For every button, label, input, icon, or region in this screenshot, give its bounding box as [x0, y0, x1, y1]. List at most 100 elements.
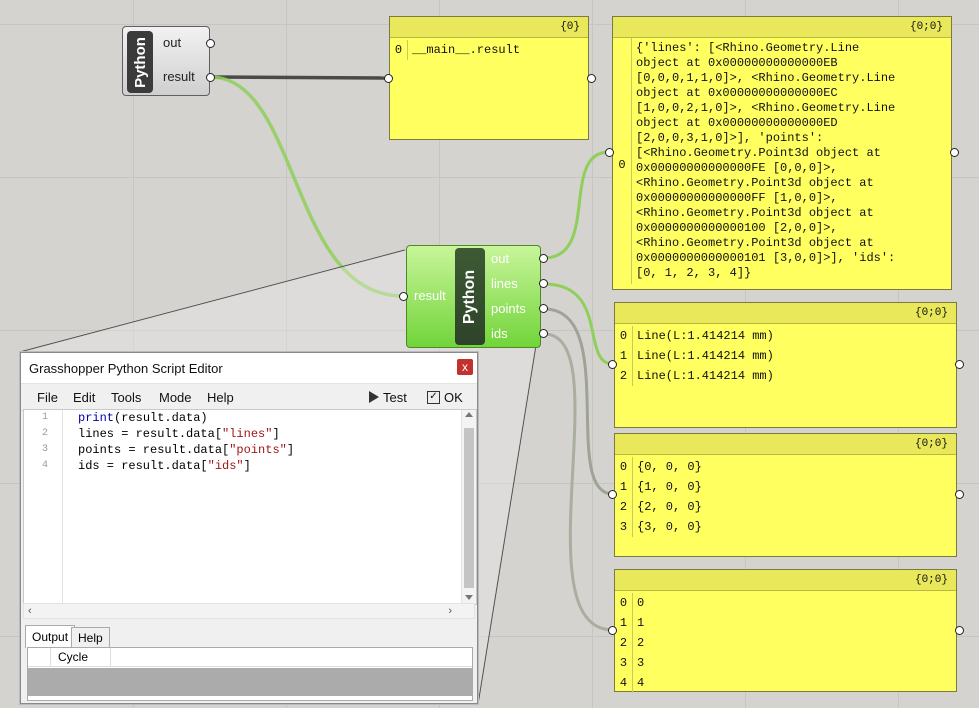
panel-header: {0;0} [615, 434, 956, 455]
scroll-up-arrow-icon[interactable] [465, 412, 473, 417]
row-value: {2, 0, 0} [637, 500, 702, 514]
test-button[interactable]: Test [369, 388, 407, 406]
panel-header: {0;0} [615, 303, 956, 324]
row-value: Line(L:1.414214 mm) [637, 369, 774, 383]
zoom-cone-left [19, 249, 406, 353]
grip-panel-dict-out[interactable] [950, 148, 959, 157]
row-value: 4 [637, 676, 645, 690]
menu-help[interactable]: Help [207, 390, 234, 405]
panel-points[interactable]: {0;0} 0 {0, 0, 0} 1 {1, 0, 0} 2 {2, 0, 0} 3… [614, 433, 957, 557]
python-component-a-label: Python [127, 31, 153, 93]
line-number-gutter: 1 2 3 4 [24, 410, 63, 604]
scroll-right-arrow-icon[interactable]: › [448, 605, 452, 617]
line-number: 1 [42, 412, 49, 423]
panel-header: {0;0} [615, 570, 956, 591]
port-out-b[interactable]: out [491, 251, 509, 266]
python-component-b[interactable]: result Python out lines points ids [406, 245, 541, 348]
grip-panel-ids-in[interactable] [608, 626, 617, 635]
grip-panel-main-out[interactable] [587, 74, 596, 83]
row-value: 2 [637, 636, 645, 650]
grip-points-b[interactable] [539, 304, 548, 313]
panel-dict-output[interactable]: {0;0} 0 {'lines': [<Rhino.Geometry.Line … [612, 16, 952, 290]
python-component-a[interactable]: Python out result [122, 26, 210, 96]
port-lines-b[interactable]: lines [491, 276, 518, 291]
port-ids-b[interactable]: ids [491, 326, 508, 341]
line-number: 3 [42, 444, 49, 455]
grip-panel-lines-out[interactable] [955, 360, 964, 369]
code-editor[interactable]: 1 2 3 4 print(result.data) lines = resul… [23, 409, 477, 605]
tab-help[interactable]: Help [71, 627, 110, 648]
row-value: Line(L:1.414214 mm) [637, 329, 774, 343]
ok-button-label: OK [444, 389, 463, 405]
grip-panel-dict-in[interactable] [605, 148, 614, 157]
panel-ids[interactable]: {0;0} 00 11 22 33 44 [614, 569, 957, 693]
row-value: 0 [637, 596, 645, 610]
editor-title: Grasshopper Python Script Editor [29, 361, 223, 376]
grip-out-a[interactable] [206, 39, 215, 48]
grip-panel-ids-out[interactable] [955, 626, 964, 635]
dict-text: {'lines': [<Rhino.Geometry.Line object a… [636, 41, 896, 280]
scroll-down-arrow-icon[interactable] [465, 595, 473, 600]
row-index: 1 [615, 477, 633, 497]
grip-panel-lines-in[interactable] [608, 360, 617, 369]
panel-header: {0;0} [613, 17, 951, 38]
close-button[interactable]: x [457, 359, 473, 375]
output-header: Cycle [28, 648, 472, 667]
row-value: {1, 0, 0} [637, 480, 702, 494]
scroll-left-arrow-icon[interactable]: ‹ [28, 605, 32, 617]
editor-menubar: File Edit Tools Mode Help Test ✓ OK [21, 384, 477, 411]
code-line-3: points = result.data["points"] [78, 443, 295, 457]
menu-edit[interactable]: Edit [73, 390, 95, 405]
grip-panel-points-out[interactable] [955, 490, 964, 499]
grip-panel-main-in[interactable] [384, 74, 393, 83]
grip-result-a[interactable] [206, 73, 215, 82]
panel-lines[interactable]: {0;0} 0 Line(L:1.414214 mm) 1 Line(L:1.414… [614, 302, 957, 428]
output-area [28, 668, 472, 696]
port-points-b[interactable]: points [491, 301, 526, 316]
vertical-scroll-thumb[interactable] [464, 428, 474, 588]
code-line-1: print(result.data) [78, 411, 208, 425]
output-column-divider [110, 648, 111, 666]
code-lines: print(result.data) lines = result.data["… [78, 410, 294, 474]
panel-header: {0} [390, 17, 588, 38]
row-index: 3 [615, 517, 633, 537]
menu-mode[interactable]: Mode [159, 390, 192, 405]
output-column-cycle: Cycle [58, 650, 89, 664]
test-button-label: Test [383, 389, 407, 405]
port-result-b[interactable]: result [414, 288, 446, 303]
checkbox-icon: ✓ [427, 390, 440, 404]
row-value: Line(L:1.414214 mm) [637, 349, 774, 363]
menu-tools[interactable]: Tools [111, 390, 141, 405]
output-column-divider [50, 648, 51, 666]
editor-titlebar[interactable]: Grasshopper Python Script Editor x [21, 353, 477, 384]
grip-lines-b[interactable] [539, 279, 548, 288]
row-index: 2 [615, 497, 633, 517]
zoom-cone-right [477, 319, 541, 705]
port-out-a[interactable]: out [163, 35, 181, 50]
ok-button[interactable]: ✓ OK [427, 388, 463, 406]
grip-ids-b[interactable] [539, 329, 548, 338]
python-script-editor-window[interactable]: Grasshopper Python Script Editor x File … [20, 352, 478, 704]
wire-result-to-panel [211, 75, 389, 80]
row-index: 4 [615, 673, 633, 693]
row-index: 0 [613, 38, 632, 284]
row-index: 0 [615, 326, 633, 346]
wire-result-to-python-b [211, 75, 404, 298]
horizontal-scrollbar[interactable]: ‹ › [23, 603, 475, 619]
grip-panel-points-in[interactable] [608, 490, 617, 499]
wire-lines-to-panel [543, 282, 614, 366]
tab-output[interactable]: Output [25, 625, 76, 648]
grip-in-result-b[interactable] [399, 292, 408, 301]
menu-file[interactable]: File [37, 390, 58, 405]
port-result-a[interactable]: result [163, 69, 195, 84]
vertical-scrollbar[interactable] [461, 410, 476, 604]
row-index: 1 [615, 613, 633, 633]
panel-main-result[interactable]: {0} 0 __main__.result [389, 16, 589, 140]
grip-out-b[interactable] [539, 254, 548, 263]
wire-points-to-panel [543, 307, 614, 496]
row-value: {3, 0, 0} [637, 520, 702, 534]
row-index: 3 [615, 653, 633, 673]
line-number: 4 [42, 460, 49, 471]
row-index: 1 [615, 346, 633, 366]
play-icon [369, 391, 379, 403]
